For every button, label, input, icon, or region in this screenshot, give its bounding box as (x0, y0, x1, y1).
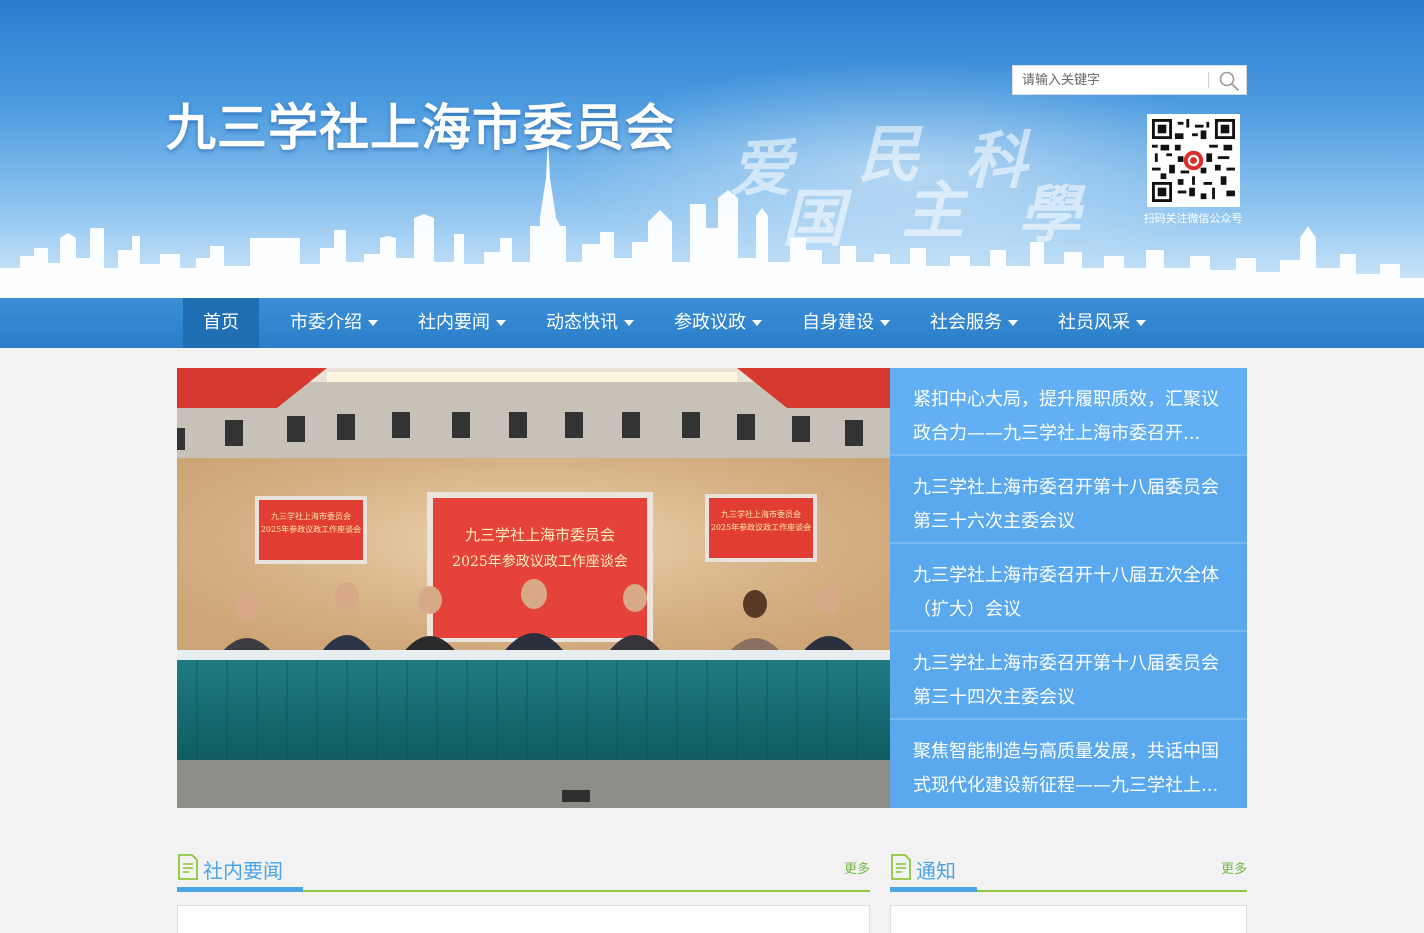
section-title: 社内要闻 (203, 859, 283, 883)
section-title: 通知 (916, 859, 956, 883)
search-input[interactable] (1013, 66, 1209, 94)
nav-item-label: 市委介绍 (290, 312, 362, 333)
headline-text: 九三学社上海市委召开第十八届委员会第三十四次主委会议 (913, 653, 1219, 708)
more-link[interactable]: 更多 (1221, 858, 1247, 877)
nav-item-self-building[interactable]: 自身建设 (782, 298, 910, 348)
headline-text: 聚焦智能制造与高质量发展，共话中国式现代化建设新征程——九三学社上... (913, 741, 1219, 796)
chevron-down-icon (496, 320, 506, 326)
nav-item-about[interactable]: 市委介绍 (259, 298, 398, 348)
nav-item-label: 社员风采 (1058, 312, 1130, 333)
document-icon (178, 854, 198, 880)
banner-center-line1: 九三学社上海市委员会 (465, 526, 615, 544)
header-banner: 爱 国 民 主 科 學 九三学社上海市委员会 请输入关键字 扫码关注微信公众号 (0, 0, 1424, 298)
section-internal-news-header: 社内要闻 更多 (177, 846, 870, 892)
nav-item-home[interactable]: 首页 (183, 298, 259, 348)
headline-text: 九三学社上海市委召开第十八届委员会第三十六次主委会议 (913, 477, 1219, 532)
nav-item-quick-news[interactable]: 动态快讯 (526, 298, 654, 348)
search-icon[interactable] (1217, 69, 1241, 93)
banner-left-line1: 九三学社上海市委员会 (271, 511, 351, 521)
internal-news-panel (177, 905, 870, 933)
nav-item-label: 社会服务 (930, 312, 1002, 333)
qr-code-icon (1152, 119, 1235, 202)
nav-item-members[interactable]: 社员风采 (1038, 298, 1166, 348)
chevron-down-icon (880, 320, 890, 326)
headline-list: 紧扣中心大局，提升履职质效，汇聚议政合力——九三学社上海市委召开... 九三学社… (890, 368, 1247, 808)
headline-item[interactable]: 九三学社上海市委召开第十八届委员会第三十六次主委会议 (890, 456, 1247, 544)
document-icon (891, 854, 911, 880)
nav-item-social-service[interactable]: 社会服务 (910, 298, 1038, 348)
headline-item[interactable]: 九三学社上海市委召开第十八届委员会第三十四次主委会议 (890, 632, 1247, 720)
banner-right-line1: 九三学社上海市委员会 (721, 509, 801, 519)
nav-item-internal-news[interactable]: 社内要闻 (398, 298, 526, 348)
chevron-down-icon (368, 320, 378, 326)
nav-item-label: 参政议政 (674, 312, 746, 333)
section-underline-accent (890, 887, 977, 892)
nav-item-label: 自身建设 (802, 312, 874, 333)
headline-text: 紧扣中心大局，提升履职质效，汇聚议政合力——九三学社上海市委召开... (913, 389, 1219, 444)
headline-item[interactable]: 紧扣中心大局，提升履职质效，汇聚议政合力——九三学社上海市委召开... (890, 368, 1247, 456)
nav-items: 首页 市委介绍 社内要闻 动态快讯 参政议政 自身建设 社会服务 社员风采 (183, 298, 1166, 348)
nav-item-label: 动态快讯 (546, 312, 618, 333)
main-nav: 首页 市委介绍 社内要闻 动态快讯 参政议政 自身建设 社会服务 社员风采 (0, 298, 1424, 348)
search-box (1012, 65, 1247, 95)
headline-item[interactable]: 聚焦智能制造与高质量发展，共话中国式现代化建设新征程——九三学社上... (890, 720, 1247, 808)
qr-caption: 扫码关注微信公众号 (1143, 212, 1243, 225)
section-notice-header: 通知 更多 (890, 846, 1247, 892)
banner-left-line2: 2025年参政议政工作座谈会 (261, 524, 361, 534)
chevron-down-icon (1008, 320, 1018, 326)
wechat-qr-code (1147, 114, 1240, 207)
headline-item[interactable]: 九三学社上海市委召开十八届五次全体（扩大）会议 (890, 544, 1247, 632)
chevron-down-icon (1136, 320, 1146, 326)
nav-item-label: 首页 (203, 312, 239, 333)
section-underline-accent (177, 887, 303, 892)
more-link[interactable]: 更多 (844, 858, 870, 877)
notice-panel (890, 905, 1247, 933)
search-divider (1208, 72, 1209, 88)
site-title: 九三学社上海市委员会 (166, 99, 676, 157)
headline-text: 九三学社上海市委召开十八届五次全体（扩大）会议 (913, 565, 1219, 620)
hero-photo[interactable]: 九三学社上海市委员会 2025年参政议政工作座谈会 九三学社上海市委员会 202… (177, 368, 890, 808)
chevron-down-icon (752, 320, 762, 326)
meeting-photo-illustration: 九三学社上海市委员会 2025年参政议政工作座谈会 九三学社上海市委员会 202… (177, 368, 890, 808)
banner-center-line2: 2025年参政议政工作座谈会 (452, 553, 628, 570)
banner-right-line2: 2025年参政议政工作座谈会 (711, 522, 811, 532)
nav-item-label: 社内要闻 (418, 312, 490, 333)
nav-item-politics[interactable]: 参政议政 (654, 298, 782, 348)
chevron-down-icon (624, 320, 634, 326)
